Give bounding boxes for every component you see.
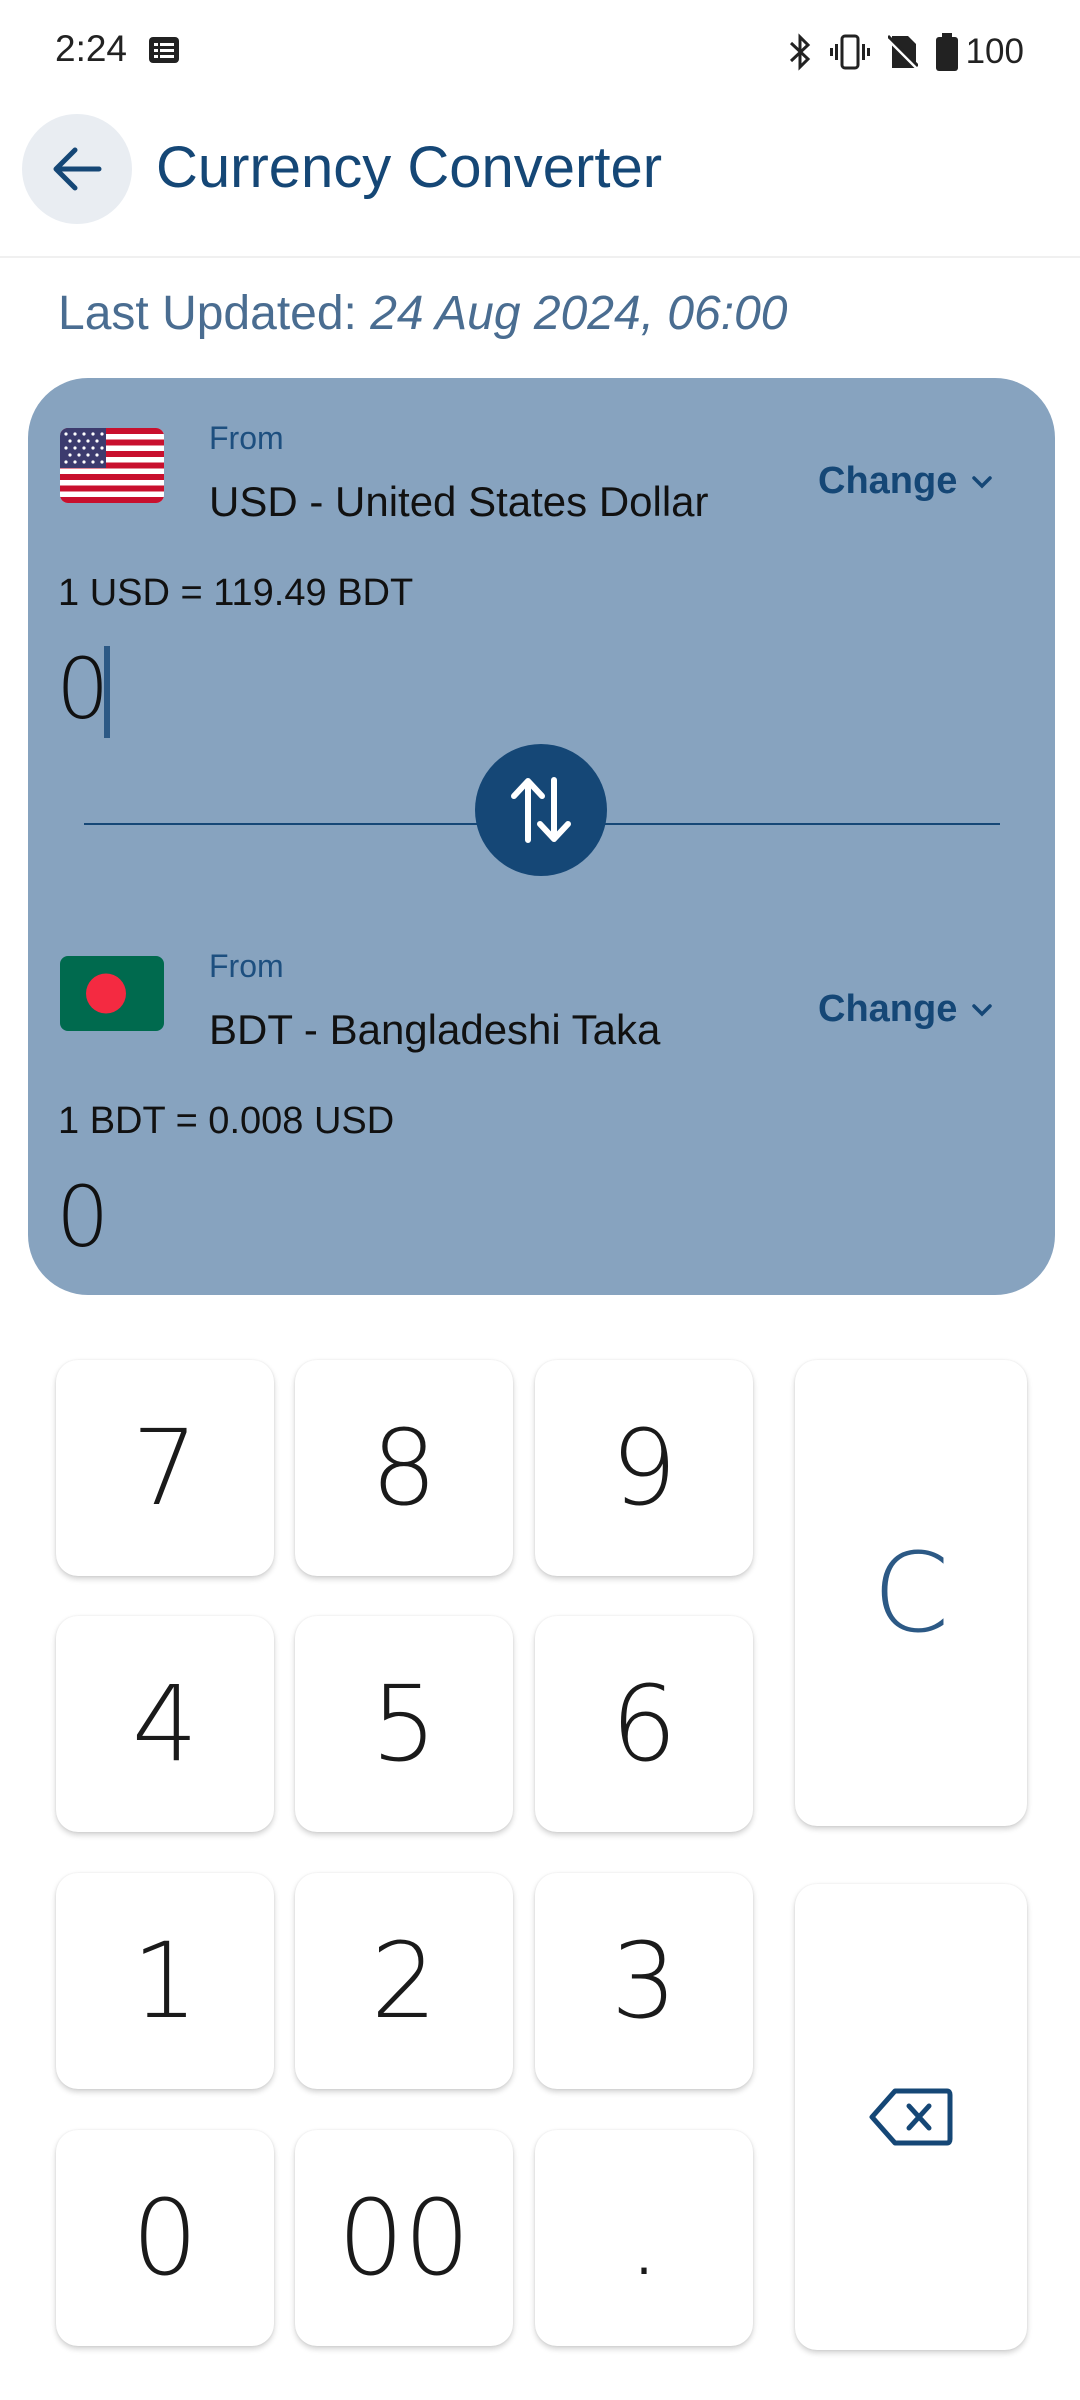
vibrate-icon <box>829 34 870 70</box>
to-change-label: Change <box>818 988 958 1030</box>
last-updated: Last Updated: 24 Aug 2024, 06:00 <box>58 286 787 341</box>
bd-flag-icon <box>60 956 164 1031</box>
battery-level: 100 <box>965 32 1024 71</box>
from-currency-name[interactable]: USD - United States Dollar <box>209 478 709 526</box>
key-0[interactable]: 0 <box>56 2130 274 2346</box>
key-1[interactable]: 1 <box>56 1873 274 2089</box>
key-5[interactable]: 5 <box>295 1616 513 1832</box>
key-4[interactable]: 4 <box>56 1616 274 1832</box>
bluetooth-icon <box>789 33 810 71</box>
key-decimal[interactable]: . <box>535 2130 753 2346</box>
from-change-label: Change <box>818 460 958 502</box>
key-8[interactable]: 8 <box>295 1360 513 1576</box>
key-9[interactable]: 9 <box>535 1360 753 1576</box>
converter-card: From USD - United States Dollar Change 1… <box>28 378 1055 1295</box>
key-7[interactable]: 7 <box>56 1360 274 1576</box>
key-6[interactable]: 6 <box>535 1616 753 1832</box>
app-bar: Currency Converter <box>0 104 1080 258</box>
to-change-button[interactable]: Change <box>818 988 993 1031</box>
us-flag-icon <box>60 428 164 503</box>
key-3[interactable]: 3 <box>535 1873 753 2089</box>
to-rate: 1 BDT = 0.008 USD <box>58 1100 395 1142</box>
from-change-button[interactable]: Change <box>818 460 993 503</box>
swap-vertical-icon <box>511 777 571 843</box>
status-bar: 2:24 100 <box>0 0 1080 104</box>
clear-button[interactable]: C <box>795 1360 1027 1826</box>
key-2[interactable]: 2 <box>295 1873 513 2089</box>
swap-button[interactable] <box>475 744 607 876</box>
chevron-down-icon <box>972 475 993 488</box>
backspace-button[interactable] <box>795 1884 1027 2350</box>
to-label: From <box>209 948 284 984</box>
backspace-icon <box>869 2088 953 2146</box>
notification-icon <box>149 37 179 63</box>
arrow-back-icon <box>53 147 102 191</box>
battery-icon <box>935 33 958 71</box>
from-amount-input[interactable]: 0 <box>56 640 109 738</box>
status-time: 2:24 <box>55 28 128 69</box>
to-currency-name[interactable]: BDT - Bangladeshi Taka <box>209 1006 660 1054</box>
last-updated-timestamp: 24 Aug 2024, 06:00 <box>370 287 788 340</box>
from-rate: 1 USD = 119.49 BDT <box>58 572 414 614</box>
last-updated-label: Last Updated: <box>58 287 371 340</box>
key-00[interactable]: 00 <box>295 2130 513 2346</box>
no-sim-icon <box>887 34 918 70</box>
page-title: Currency Converter <box>156 135 663 200</box>
chevron-down-icon <box>972 1003 993 1016</box>
to-amount-output: 0 <box>56 1168 110 1266</box>
from-label: From <box>209 420 284 456</box>
text-cursor <box>104 646 110 738</box>
back-button[interactable] <box>22 114 132 224</box>
